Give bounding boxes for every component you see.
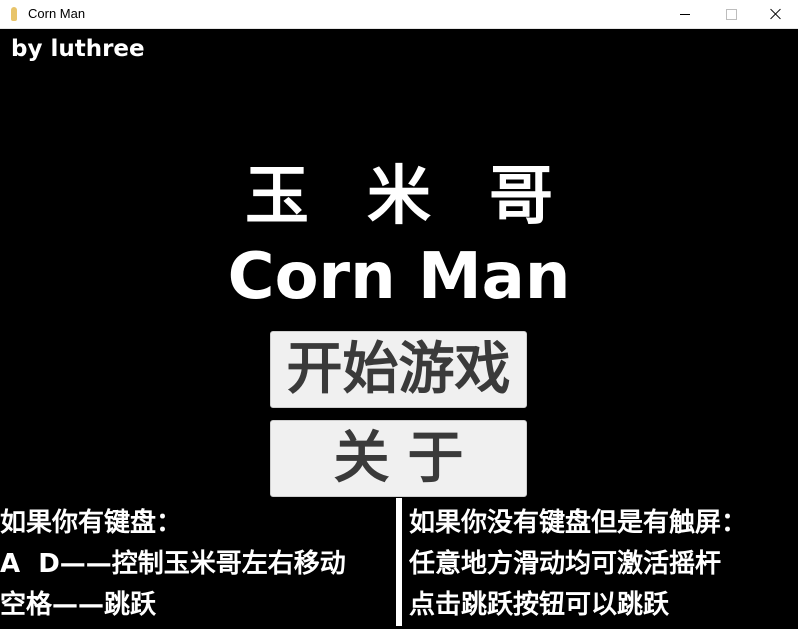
keyboard-help-line: 空格——跳跃 [0,590,157,620]
keyboard-help-line: 如果你有键盘： [0,508,183,538]
window-title: Corn Man [28,6,86,21]
game-canvas: by luthree 玉米哥 Corn Man 开始游戏 关于 如果你有键盘： … [0,30,798,629]
window-titlebar: Corn Man [0,0,798,29]
touch-help-line: 点击跳跃按钮可以跳跃 [409,590,670,620]
maximize-button[interactable] [708,0,754,29]
author-credit: by luthree [11,36,145,62]
close-button[interactable] [752,0,798,29]
keyboard-help: 如果你有键盘： A D——控制玉米哥左右移动 空格——跳跃 [0,503,346,626]
touch-help: 如果你没有键盘但是有触屏： 任意地方滑动均可激活摇杆 点击跳跃按钮可以跳跃 [409,503,747,626]
corn-app-icon [11,7,17,21]
minimize-button[interactable] [662,0,708,29]
touch-help-line: 如果你没有键盘但是有触屏： [409,508,748,538]
game-title-english: Corn Man [227,240,571,314]
start-game-button[interactable]: 开始游戏 [270,331,527,408]
game-title-chinese: 玉米哥 [245,160,611,234]
about-button[interactable]: 关于 [270,420,527,497]
touch-help-line: 任意地方滑动均可激活摇杆 [409,549,722,579]
keyboard-help-line: A D——控制玉米哥左右移动 [0,549,346,579]
help-divider [396,498,402,629]
